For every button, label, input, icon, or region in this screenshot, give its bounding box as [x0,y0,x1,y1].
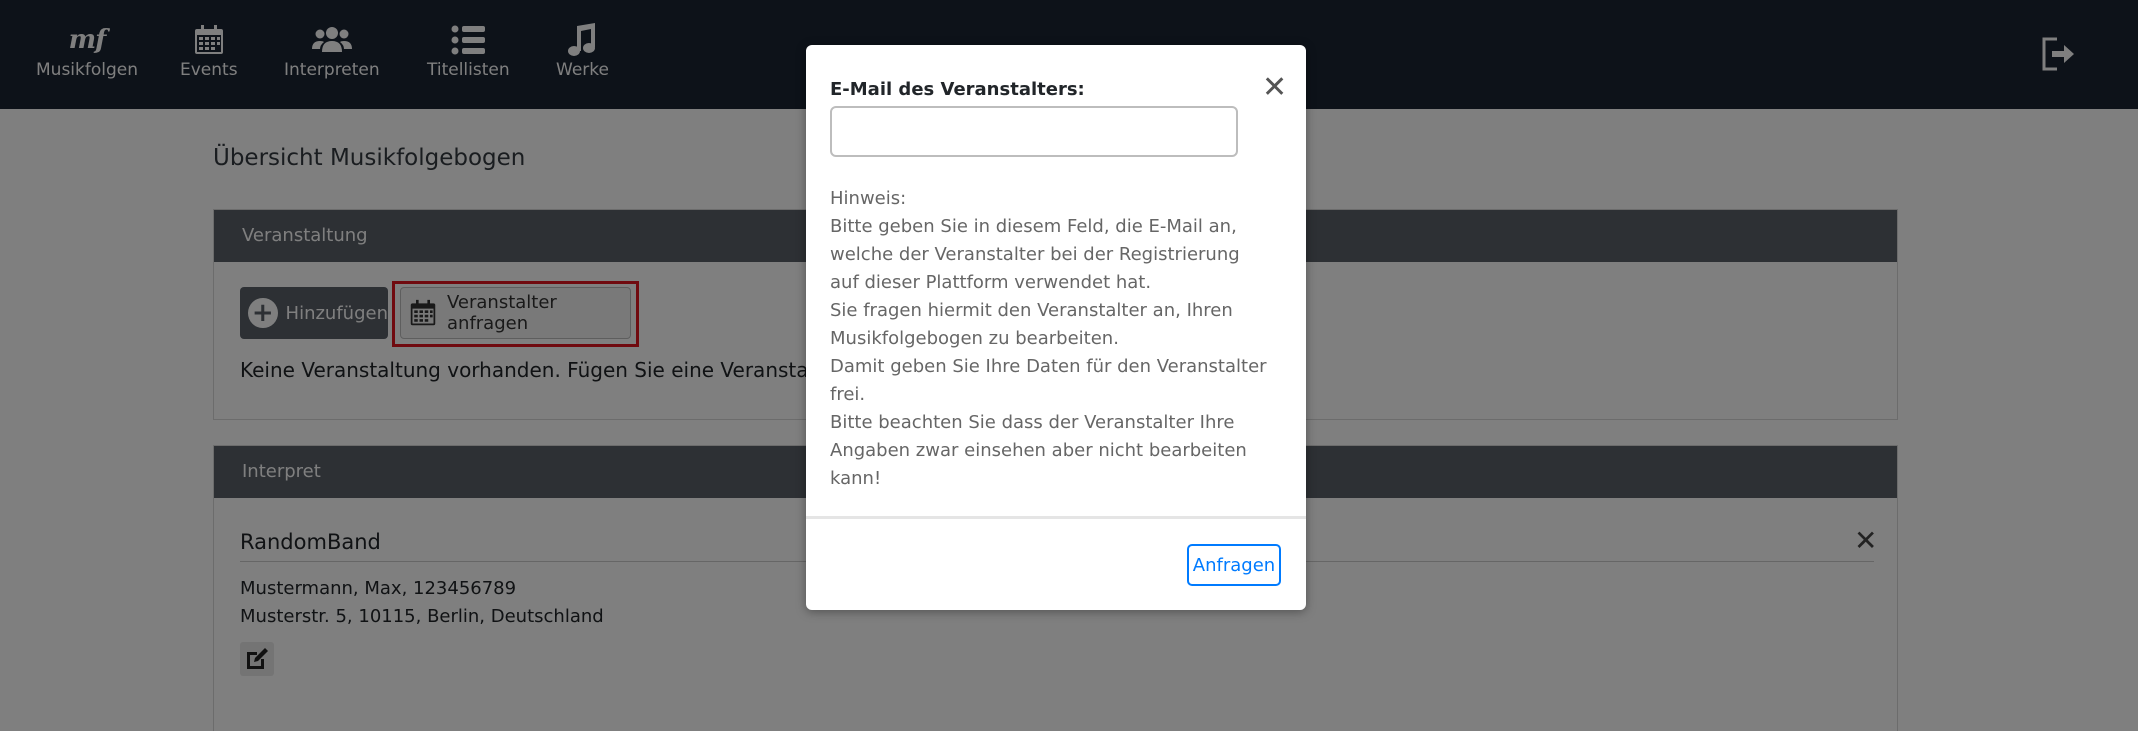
hint-line: Hinweis: [830,188,907,209]
hint-line: Angaben zwar einsehen aber nicht bearbei… [830,440,1247,461]
email-field[interactable] [830,106,1238,157]
hint-line: frei. [830,384,866,405]
hint-line: Damit geben Sie Ihre Daten für den Veran… [830,356,1267,377]
hint-line: Bitte geben Sie in diesem Feld, die E-Ma… [830,216,1237,237]
hint-line: Bitte beachten Sie dass der Veranstalter… [830,412,1235,433]
hint-line: Sie fragen hiermit den Veranstalter an, … [830,300,1233,321]
request-organizer-dialog: E-Mail des Veranstalters: ✕ Hinweis: Bit… [806,45,1306,610]
divider [806,516,1306,519]
hint-text: Hinweis: Bitte geben Sie in diesem Feld,… [830,185,1267,493]
hint-line: welche der Veranstalter bei der Registri… [830,244,1240,265]
close-icon[interactable]: ✕ [1262,73,1287,103]
hint-line: kann! [830,468,882,489]
email-label: E-Mail des Veranstalters: [830,79,1085,100]
hint-line: Musikfolgebogen zu bearbeiten. [830,328,1119,349]
hint-line: auf dieser Plattform verwendet hat. [830,272,1152,293]
submit-request-button[interactable]: Anfragen [1187,544,1281,586]
